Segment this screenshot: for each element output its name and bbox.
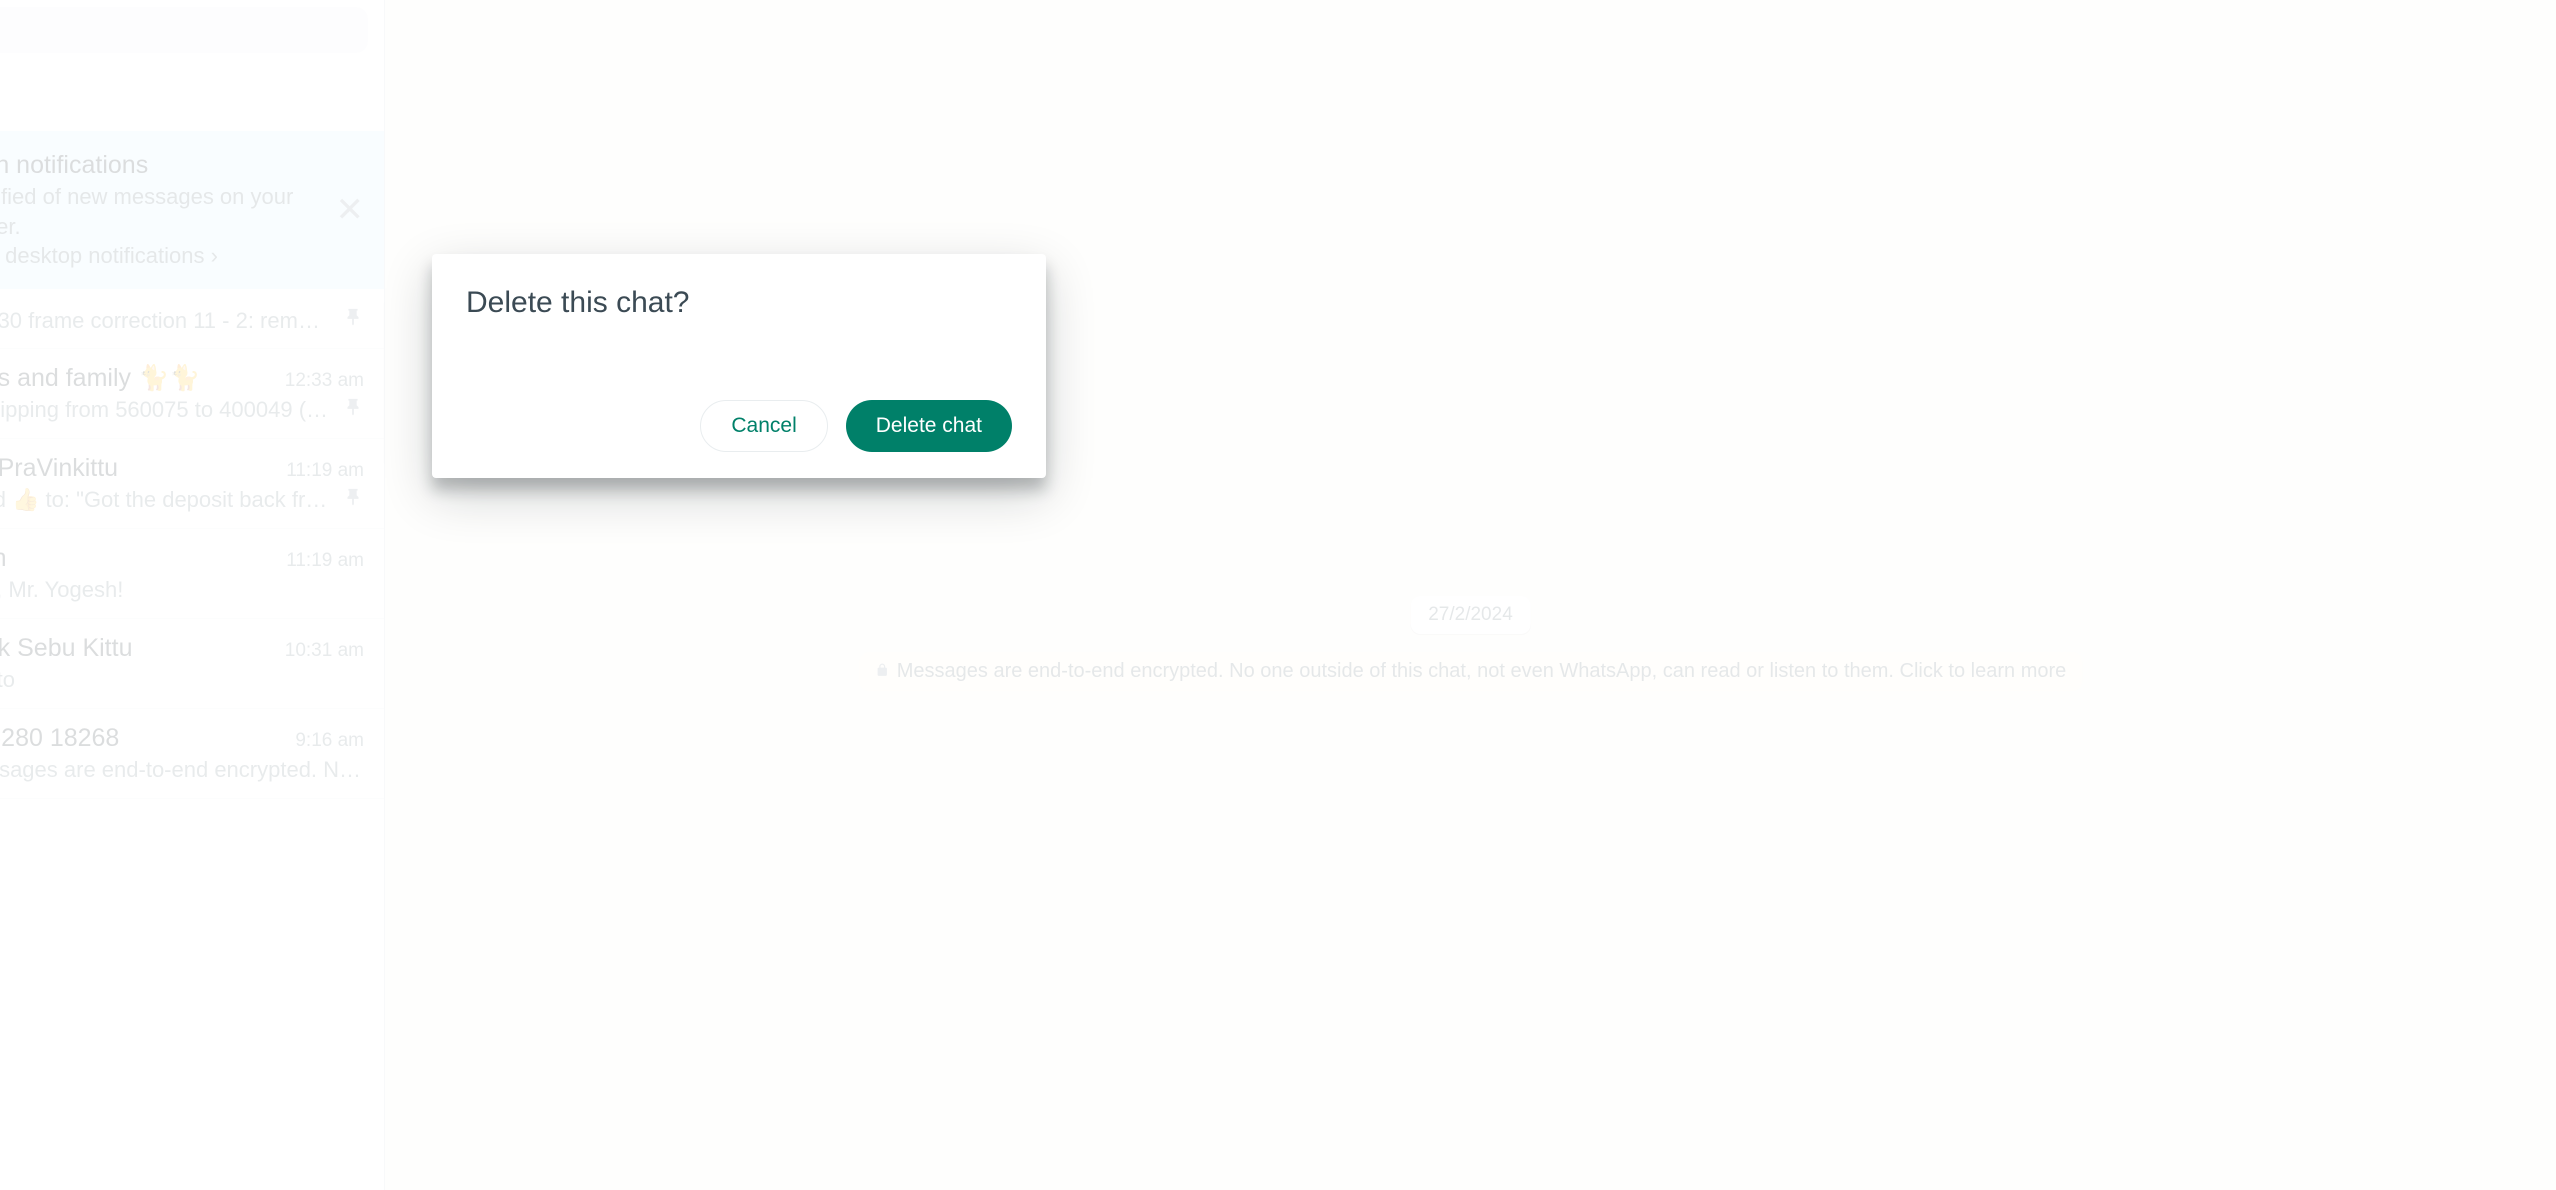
dialog-buttons: Cancel Delete chat (466, 400, 1012, 452)
modal-overlay[interactable] (0, 0, 2556, 1190)
delete-label: Delete chat (876, 414, 982, 437)
cancel-button[interactable]: Cancel (700, 400, 827, 452)
delete-chat-button[interactable]: Delete chat (846, 400, 1012, 452)
cancel-label: Cancel (731, 414, 796, 437)
dialog-title: Delete this chat? (466, 286, 1012, 320)
delete-chat-dialog: Delete this chat? Cancel Delete chat (432, 254, 1046, 478)
